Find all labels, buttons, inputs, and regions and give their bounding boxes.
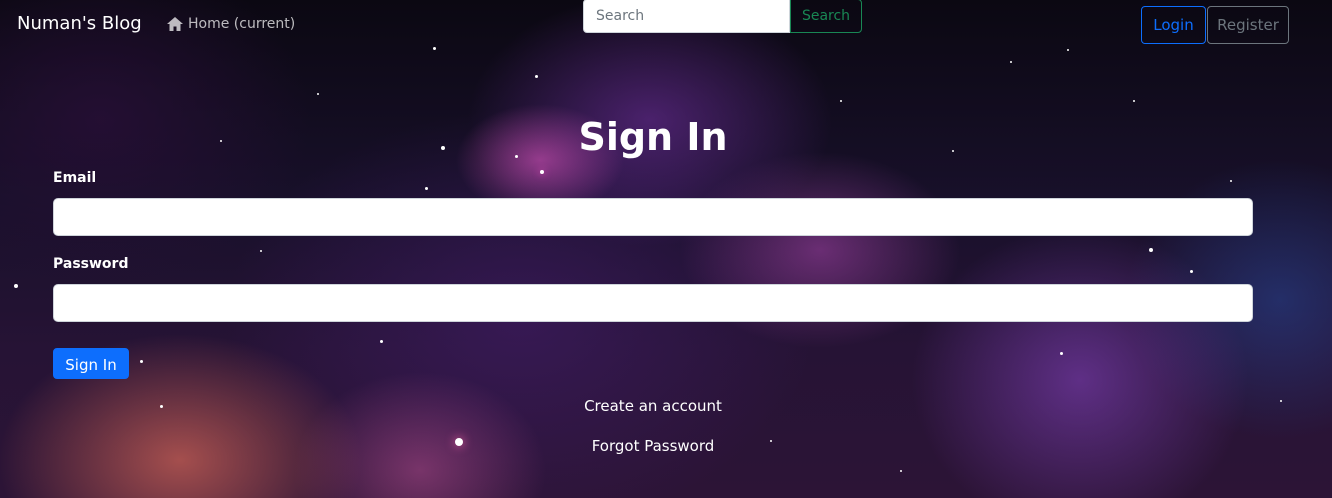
email-label: Email [53, 170, 97, 186]
home-link[interactable]: Home (current) [166, 16, 295, 32]
home-icon [167, 17, 183, 31]
top-navbar: Numan's Blog Home (current) Search Login… [0, 0, 1332, 52]
password-field[interactable] [53, 284, 1253, 322]
email-field[interactable] [53, 198, 1253, 236]
login-button[interactable]: Login [1141, 6, 1206, 44]
register-button[interactable]: Register [1207, 6, 1289, 44]
home-link-label: Home (current) [188, 16, 296, 32]
create-account-link[interactable]: Create an account [0, 397, 1306, 415]
sign-in-button[interactable]: Sign In [53, 348, 129, 379]
page-title: Sign In [578, 115, 728, 159]
brand-link[interactable]: Numan's Blog [17, 13, 142, 34]
search-button[interactable]: Search [790, 0, 862, 33]
forgot-password-link[interactable]: Forgot Password [0, 437, 1306, 455]
search-input[interactable] [583, 0, 790, 33]
password-label: Password [53, 256, 129, 272]
starfield-background [0, 0, 1332, 498]
